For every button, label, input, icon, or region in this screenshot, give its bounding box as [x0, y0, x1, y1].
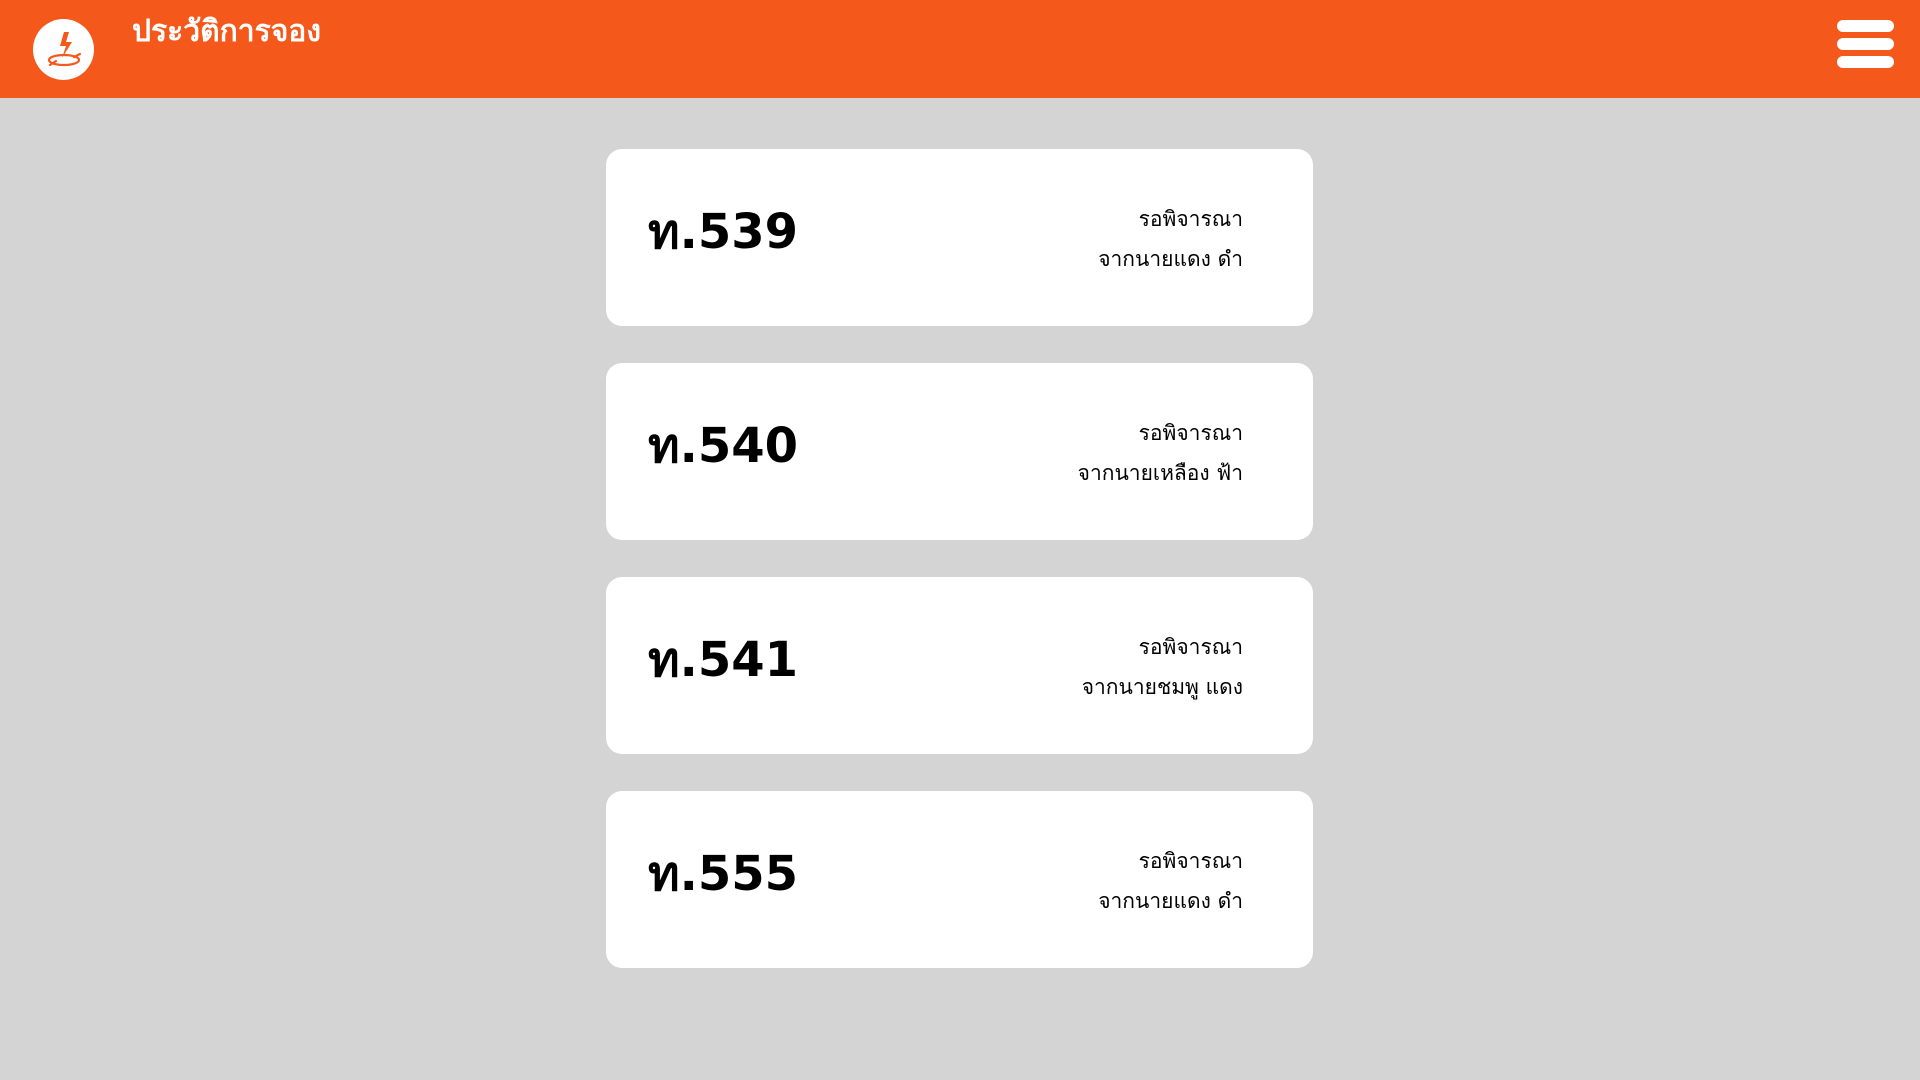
booking-code: ท.541 — [648, 632, 799, 688]
hamburger-menu-icon[interactable] — [1837, 20, 1894, 68]
app-logo[interactable] — [33, 19, 94, 80]
booking-status: รอพิจารณา — [1138, 635, 1243, 659]
booking-card[interactable]: ท.541 รอพิจารณา จากนายชมพู แดง — [606, 577, 1313, 754]
booking-meta: รอพิจารณา จากนายแดง ดำ — [1098, 199, 1243, 279]
menu-bar — [1837, 20, 1894, 32]
booking-code: ท.540 — [648, 418, 799, 474]
booking-meta: รอพิจารณา จากนายเหลือง ฟ้า — [1078, 413, 1243, 493]
page-title: ประวัติการจอง — [132, 14, 321, 49]
menu-bar — [1837, 56, 1894, 68]
booking-status: รอพิจารณา — [1138, 849, 1243, 873]
booking-meta: รอพิจารณา จากนายชมพู แดง — [1082, 627, 1243, 707]
booking-code: ท.555 — [648, 846, 799, 902]
booking-card[interactable]: ท.555 รอพิจารณา จากนายแดง ดำ — [606, 791, 1313, 968]
booking-meta: รอพิจารณา จากนายแดง ดำ — [1098, 841, 1243, 921]
booking-card[interactable]: ท.539 รอพิจารณา จากนายแดง ดำ — [606, 149, 1313, 326]
booking-status: รอพิจารณา — [1138, 421, 1243, 445]
menu-bar — [1837, 38, 1894, 50]
booking-status: รอพิจารณา — [1138, 207, 1243, 231]
booking-card[interactable]: ท.540 รอพิจารณา จากนายเหลือง ฟ้า — [606, 363, 1313, 540]
bolt-badge-icon — [47, 31, 81, 66]
booking-requester: จากนายแดง ดำ — [1098, 889, 1243, 913]
booking-requester: จากนายแดง ดำ — [1098, 247, 1243, 271]
booking-code: ท.539 — [648, 204, 799, 260]
top-app-bar: ประวัติการจอง — [0, 0, 1920, 98]
booking-requester: จากนายชมพู แดง — [1081, 675, 1243, 699]
booking-requester: จากนายเหลือง ฟ้า — [1077, 461, 1243, 485]
